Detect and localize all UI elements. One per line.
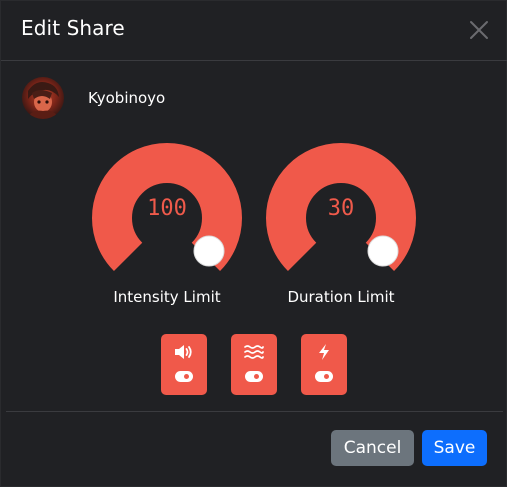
dialog-header: Edit Share	[1, 1, 507, 61]
intensity-value: 100	[147, 196, 187, 221]
shock-toggle-switch[interactable]	[315, 371, 333, 382]
vibrate-waves-icon	[244, 345, 264, 359]
dialog-title: Edit Share	[21, 16, 125, 40]
intensity-slider-handle[interactable]	[193, 235, 225, 267]
vibrate-toggle-switch[interactable]	[245, 371, 263, 382]
vibrate-permission-toggle[interactable]	[231, 334, 277, 395]
username: Kyobinoyo	[88, 89, 166, 107]
duration-slider-handle[interactable]	[367, 235, 399, 267]
edit-share-dialog: Edit Share Kyobinoyo 100 Intensity Limit…	[0, 0, 507, 487]
save-button[interactable]: Save	[422, 430, 487, 466]
duration-value: 30	[327, 196, 355, 221]
close-button[interactable]	[468, 19, 490, 41]
close-icon	[470, 21, 488, 39]
lightning-icon	[319, 344, 329, 360]
avatar	[22, 77, 64, 119]
intensity-limit-label: Intensity Limit	[113, 288, 221, 306]
duration-limit-dial[interactable]: 30	[265, 134, 417, 274]
sound-toggle-switch[interactable]	[175, 371, 193, 382]
shock-permission-toggle[interactable]	[301, 334, 347, 395]
volume-icon	[175, 345, 192, 359]
footer-divider	[6, 411, 503, 412]
intensity-limit-dial[interactable]: 100	[91, 134, 243, 274]
sound-permission-toggle[interactable]	[161, 334, 207, 395]
duration-limit-label: Duration Limit	[287, 288, 395, 306]
cancel-button[interactable]: Cancel	[331, 430, 414, 466]
